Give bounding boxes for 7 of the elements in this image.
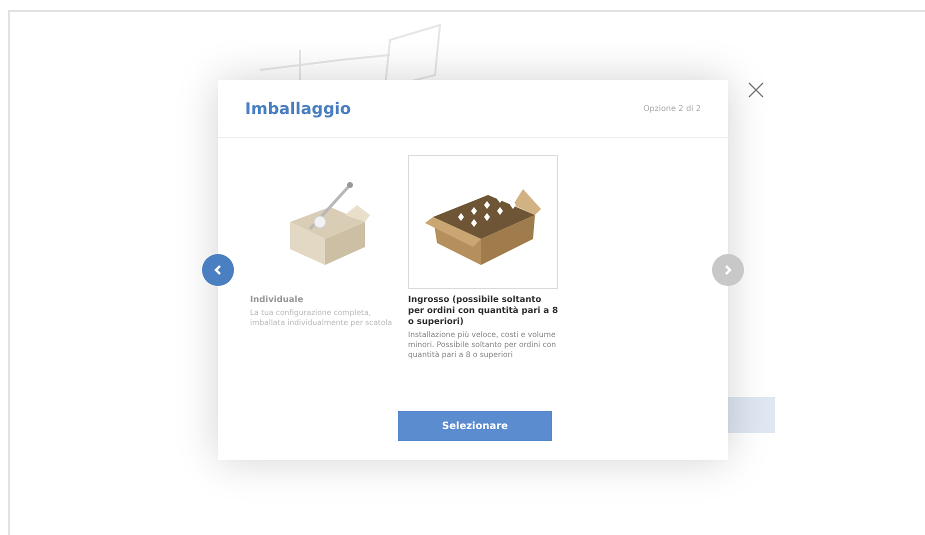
dialog-title: Imballaggio [245, 99, 352, 118]
select-button[interactable]: Selezionare [398, 411, 552, 441]
option-counter: Opzione 2 di 2 [643, 104, 701, 113]
option-title: Ingrosso (possibile soltanto per ordini con quantità pari a 8 o superiori) [408, 295, 558, 328]
close-icon[interactable] [746, 80, 766, 100]
option-card[interactable] [408, 155, 558, 289]
option-title: Individuale [250, 295, 304, 306]
